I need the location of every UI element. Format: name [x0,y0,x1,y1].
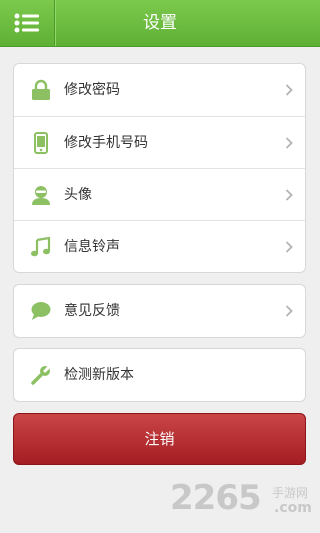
list-menu-icon [14,13,39,33]
watermark-domain: .com [274,500,312,516]
speech-bubble-icon [31,302,51,320]
chevron-right-icon [285,241,293,253]
wrench-icon [31,364,52,385]
watermark-site: 手游网 [272,486,309,500]
avatar-item[interactable]: 头像 [14,168,305,220]
update-group: 检测新版本 [13,348,306,402]
change-phone-item[interactable]: 修改手机号码 [14,116,305,168]
message-ringtone-item[interactable]: 信息铃声 [14,220,305,272]
watermark-number: 2265 [170,478,262,518]
account-settings-group: 修改密码 修改手机号码 头像 信息铃声 [13,63,306,273]
feedback-item[interactable]: 意见反馈 [14,285,305,337]
feedback-label: 意见反馈 [64,303,120,319]
lock-icon [32,79,50,100]
chevron-right-icon [285,84,293,96]
change-password-item[interactable]: 修改密码 [14,64,305,116]
page-title: 设置 [143,13,177,33]
menu-button[interactable] [0,0,55,46]
check-update-label: 检测新版本 [64,367,134,383]
header-bar: 设置 [0,0,320,47]
avatar-icon [32,186,50,205]
chevron-right-icon [285,137,293,149]
change-password-label: 修改密码 [64,82,120,98]
music-note-icon [31,236,51,257]
phone-icon [34,132,48,154]
check-update-item[interactable]: 检测新版本 [14,349,305,401]
site-watermark: 2265 手游网 .com [170,478,315,524]
chevron-right-icon [285,305,293,317]
logout-button[interactable]: 注销 [13,413,306,465]
message-ringtone-label: 信息铃声 [64,239,120,255]
avatar-label: 头像 [64,187,92,203]
change-phone-label: 修改手机号码 [64,135,148,151]
feedback-group: 意见反馈 [13,284,306,338]
chevron-right-icon [285,189,293,201]
